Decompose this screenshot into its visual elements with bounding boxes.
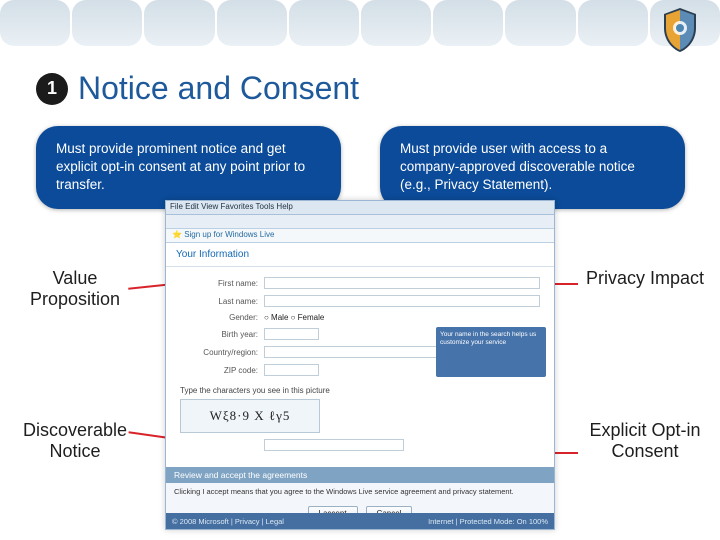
birth-year-field[interactable]	[264, 328, 319, 340]
slide-title-row: 1 Notice and Consent	[36, 70, 359, 107]
notice-bubble-right: Must provide user with access to a compa…	[380, 126, 685, 209]
decorative-topbar	[0, 0, 720, 46]
label-zip: ZIP code:	[180, 366, 258, 375]
agreement-text: Clicking I accept means that you agree t…	[166, 483, 554, 500]
label-birth-year: Birth year:	[180, 330, 258, 339]
help-callout: Your name in the search helps us customi…	[436, 327, 546, 377]
signup-form: Your name in the search helps us customi…	[166, 267, 554, 467]
shield-icon	[660, 6, 700, 54]
browser-window-screenshot: File Edit View Favorites Tools Help ⭐ Si…	[165, 200, 555, 530]
footer-right: Internet | Protected Mode: On 100%	[428, 517, 548, 526]
browser-toolbar	[166, 215, 554, 229]
label-last-name: Last name:	[180, 297, 258, 306]
captcha-instruction: Type the characters you see in this pict…	[180, 386, 540, 395]
footer-left: © 2008 Microsoft | Privacy | Legal	[172, 517, 284, 526]
label-country: Country/region:	[180, 348, 258, 357]
captcha-input[interactable]	[264, 439, 404, 451]
browser-tab: ⭐ Sign up for Windows Live	[166, 229, 554, 243]
browser-tab-label: Sign up for Windows Live	[184, 230, 274, 239]
gender-options[interactable]: ○ Male ○ Female	[264, 313, 324, 322]
label-value-proposition: Value Proposition	[10, 268, 140, 309]
step-number-badge: 1	[36, 73, 68, 105]
browser-status-bar: © 2008 Microsoft | Privacy | Legal Inter…	[166, 513, 554, 529]
zip-field[interactable]	[264, 364, 319, 376]
browser-menu-bar: File Edit View Favorites Tools Help	[166, 201, 554, 215]
slide-title: Notice and Consent	[78, 70, 359, 107]
page-section-heading: Your Information	[166, 243, 554, 267]
label-first-name: First name:	[180, 279, 258, 288]
agreement-heading: Review and accept the agreements	[166, 467, 554, 483]
last-name-field[interactable]	[264, 295, 540, 307]
label-explicit-optin: Explicit Opt-in Consent	[580, 420, 710, 461]
notice-bubble-left: Must provide prominent notice and get ex…	[36, 126, 341, 209]
first-name-field[interactable]	[264, 277, 540, 289]
label-discoverable-notice: Discoverable Notice	[10, 420, 140, 461]
captcha-image: Wξ8·9 X ℓγ5	[180, 399, 320, 433]
label-privacy-impact: Privacy Impact	[580, 268, 710, 289]
label-gender: Gender:	[180, 313, 258, 322]
